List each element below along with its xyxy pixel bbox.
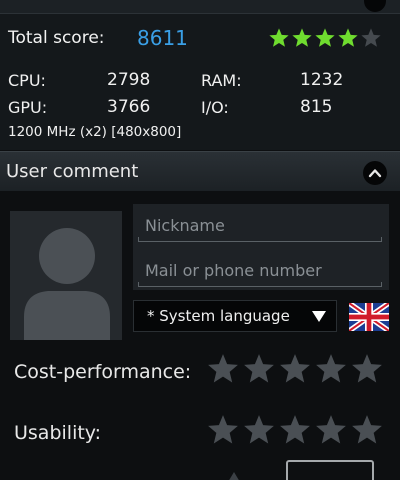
language-select[interactable]: * System language [133,300,337,332]
total-score-value: 8611 [137,26,188,50]
star-filled-icon [338,28,358,47]
contact-form [133,204,389,290]
io-value: 815 [300,97,333,117]
chevron-up-icon[interactable] [363,161,387,185]
rating-star-icon[interactable] [350,352,384,386]
ram-value: 1232 [300,70,344,90]
partial-button[interactable] [286,460,374,480]
collapse-icon[interactable] [364,0,386,12]
dropdown-arrow-icon [312,311,326,322]
contact-field-wrap [138,255,382,287]
section-title: User comment [6,161,139,182]
ram-label: RAM: [201,71,242,90]
rating-star-icon[interactable] [242,413,276,447]
rating-star-icon[interactable] [278,352,312,386]
rating-star-icon[interactable] [314,352,348,386]
star-filled-icon [292,28,312,47]
nickname-input[interactable] [138,210,382,242]
rating-star-icon[interactable] [278,413,312,447]
star-filled-icon [269,28,289,47]
star-empty-icon [361,28,381,47]
cpu-label: CPU: [8,71,46,90]
avatar-placeholder[interactable] [10,211,122,340]
total-score-label: Total score: [8,28,105,48]
rating-star-icon[interactable] [242,352,276,386]
usability-stars[interactable] [206,413,384,447]
clock-resolution-info: 1200 MHz (x2) [480x800] [8,124,182,140]
rating-star-icon[interactable] [206,413,240,447]
cost-performance-stars[interactable] [206,352,384,386]
user-comment-header[interactable]: User comment [0,151,400,191]
person-silhouette-icon [24,228,110,340]
top-section-bar [0,0,400,14]
partial-star-icon [229,472,239,480]
score-panel: Total score: 8611 CPU: 2798 RAM: 1232 GP… [0,14,400,150]
rating-star-icon[interactable] [350,413,384,447]
contact-input[interactable] [138,255,382,287]
gpu-value: 3766 [107,97,151,117]
cost-performance-label: Cost-performance: [14,361,192,383]
score-star-rating [268,27,382,49]
io-label: I/O: [201,98,229,117]
rating-star-icon[interactable] [206,352,240,386]
cpu-value: 2798 [107,70,151,90]
uk-flag-icon[interactable] [349,303,389,331]
usability-label: Usability: [14,422,102,444]
nickname-field-wrap [138,210,382,242]
gpu-label: GPU: [8,98,48,117]
star-filled-icon [315,28,335,47]
language-select-value: * System language [147,307,290,325]
rating-star-icon[interactable] [314,413,348,447]
